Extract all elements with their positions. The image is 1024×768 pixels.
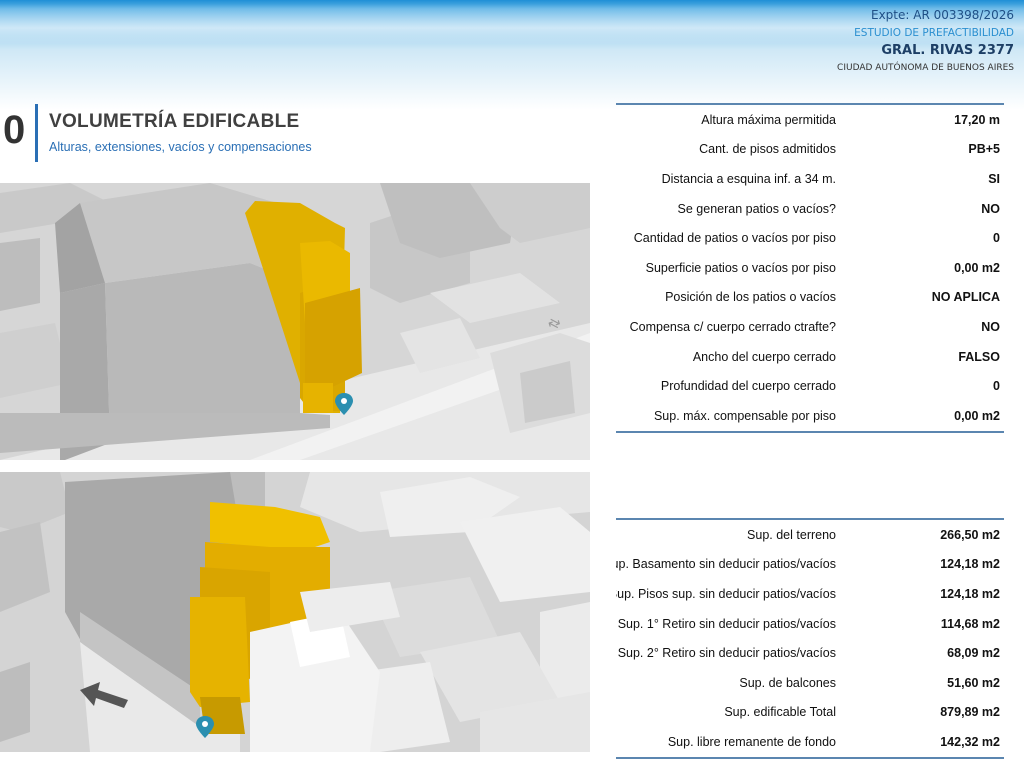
row-label: Sup. Pisos sup. sin deducir patios/vacío… bbox=[616, 586, 836, 601]
row-value: 68,09 m2 bbox=[947, 646, 1000, 661]
row-value: 0 bbox=[993, 231, 1000, 246]
row-value: 0 bbox=[993, 379, 1000, 394]
table-row: Sup. 2° Retiro sin deducir patios/vacíos… bbox=[616, 638, 1004, 668]
row-label: Profundidad del cuerpo cerrado bbox=[660, 379, 836, 394]
row-value: 142,32 m2 bbox=[940, 734, 1000, 749]
row-label: Sup. libre remanente de fondo bbox=[667, 734, 836, 749]
table-row: Profundidad del cuerpo cerrado 0 bbox=[616, 371, 1004, 401]
table-row: Sup. de balcones 51,60 m2 bbox=[616, 668, 1004, 698]
table-row: Distancia a esquina inf. a 34 m. SI bbox=[616, 164, 1004, 194]
row-label: Distancia a esquina inf. a 34 m. bbox=[661, 171, 836, 186]
row-label: Cantidad de patios o vacíos por piso bbox=[633, 231, 836, 246]
row-value: NO bbox=[981, 319, 1000, 334]
table-row: Altura máxima permitida 17,20 m bbox=[616, 105, 1004, 135]
table-row: Sup. Pisos sup. sin deducir patios/vacío… bbox=[616, 579, 1004, 609]
expediente-number: Expte: AR 003398/2026 bbox=[871, 8, 1014, 22]
table-row: Sup. 1° Retiro sin deducir patios/vacíos… bbox=[616, 609, 1004, 639]
study-type: ESTUDIO DE PREFACTIBILIDAD bbox=[854, 27, 1014, 39]
row-value: 0,00 m2 bbox=[954, 260, 1000, 275]
row-label: Posición de los patios o vacíos bbox=[665, 290, 836, 305]
property-address: GRAL. RIVAS 2377 bbox=[881, 43, 1014, 58]
row-label: Compensa c/ cuerpo cerrado ctrafte? bbox=[629, 319, 836, 334]
table-row: Compensa c/ cuerpo cerrado ctrafte? NO bbox=[616, 312, 1004, 342]
table-row: Ancho del cuerpo cerrado FALSO bbox=[616, 342, 1004, 372]
table-row: Superficie patios o vacíos por piso 0,00 … bbox=[616, 253, 1004, 283]
table-row: Sup. Basamento sin deducir patios/vacíos… bbox=[616, 550, 1004, 580]
row-value: 17,20 m bbox=[954, 112, 1000, 127]
section-subtitle: Alturas, extensiones, vacíos y compensac… bbox=[49, 140, 312, 154]
header-info: Expte: AR 003398/2026 ESTUDIO DE PREFACT… bbox=[837, 8, 1014, 73]
row-label: Sup. de balcones bbox=[739, 675, 836, 690]
surface-areas-table: Sup. del terreno 266,50 m2 Sup. Basamento… bbox=[616, 518, 1004, 759]
row-label: Superficie patios o vacíos por piso bbox=[645, 260, 836, 275]
section-number: 0 bbox=[3, 108, 26, 152]
volumetry-view-bottom bbox=[0, 472, 590, 752]
table-row: Sup. del terreno 266,50 m2 bbox=[616, 520, 1004, 550]
table-row: Se generan patios o vacíos? NO bbox=[616, 194, 1004, 224]
table-row: Sup. edificable Total 879,89 m2 bbox=[616, 698, 1004, 728]
row-value: SI bbox=[988, 171, 1000, 186]
row-value: 51,60 m2 bbox=[947, 675, 1000, 690]
row-value: 114,68 m2 bbox=[940, 616, 1000, 631]
table-row: Sup. libre remanente de fondo 142,32 m2 bbox=[616, 727, 1004, 757]
row-value: 0,00 m2 bbox=[954, 408, 1000, 423]
row-value: NO bbox=[981, 201, 1000, 216]
row-value: 879,89 m2 bbox=[940, 705, 1000, 720]
row-value: 124,18 m2 bbox=[940, 557, 1000, 572]
table-row: Cant. de pisos admitidos PB+5 bbox=[616, 135, 1004, 165]
volumetry-view-top: ⇅ bbox=[0, 183, 590, 460]
row-value: 266,50 m2 bbox=[940, 527, 1000, 542]
row-label: Sup. del terreno bbox=[747, 527, 836, 542]
row-value: NO APLICA bbox=[931, 290, 1000, 305]
row-label: Sup. máx. compensable por piso bbox=[653, 408, 836, 423]
row-label: Cant. de pisos admitidos bbox=[699, 142, 836, 157]
table-row: Cantidad de patios o vacíos por piso 0 bbox=[616, 223, 1004, 253]
row-label: Sup. 1° Retiro sin deducir patios/vacíos bbox=[617, 616, 836, 631]
table-row: Sup. máx. compensable por piso 0,00 m2 bbox=[616, 401, 1004, 431]
table-row: Posición de los patios o vacíos NO APLICA bbox=[616, 283, 1004, 313]
section-title: VOLUMETRÍA EDIFICABLE bbox=[49, 111, 300, 132]
row-value: PB+5 bbox=[968, 142, 1000, 157]
city-name: CIUDAD AUTÓNOMA DE BUENOS AIRES bbox=[837, 63, 1014, 73]
row-value: FALSO bbox=[958, 349, 1000, 364]
row-label: Sup. 2° Retiro sin deducir patios/vacíos bbox=[617, 646, 836, 661]
row-value: 124,18 m2 bbox=[940, 586, 1000, 601]
volumetry-parameters-table: Altura máxima permitida 17,20 m Cant. de … bbox=[616, 103, 1004, 433]
row-label: Se generan patios o vacíos? bbox=[677, 201, 836, 216]
section-divider bbox=[35, 104, 38, 162]
row-label: Ancho del cuerpo cerrado bbox=[692, 349, 836, 364]
row-label: Altura máxima permitida bbox=[701, 112, 836, 127]
row-label: Sup. edificable Total bbox=[724, 705, 836, 720]
row-label: Sup. Basamento sin deducir patios/vacíos bbox=[616, 557, 836, 572]
